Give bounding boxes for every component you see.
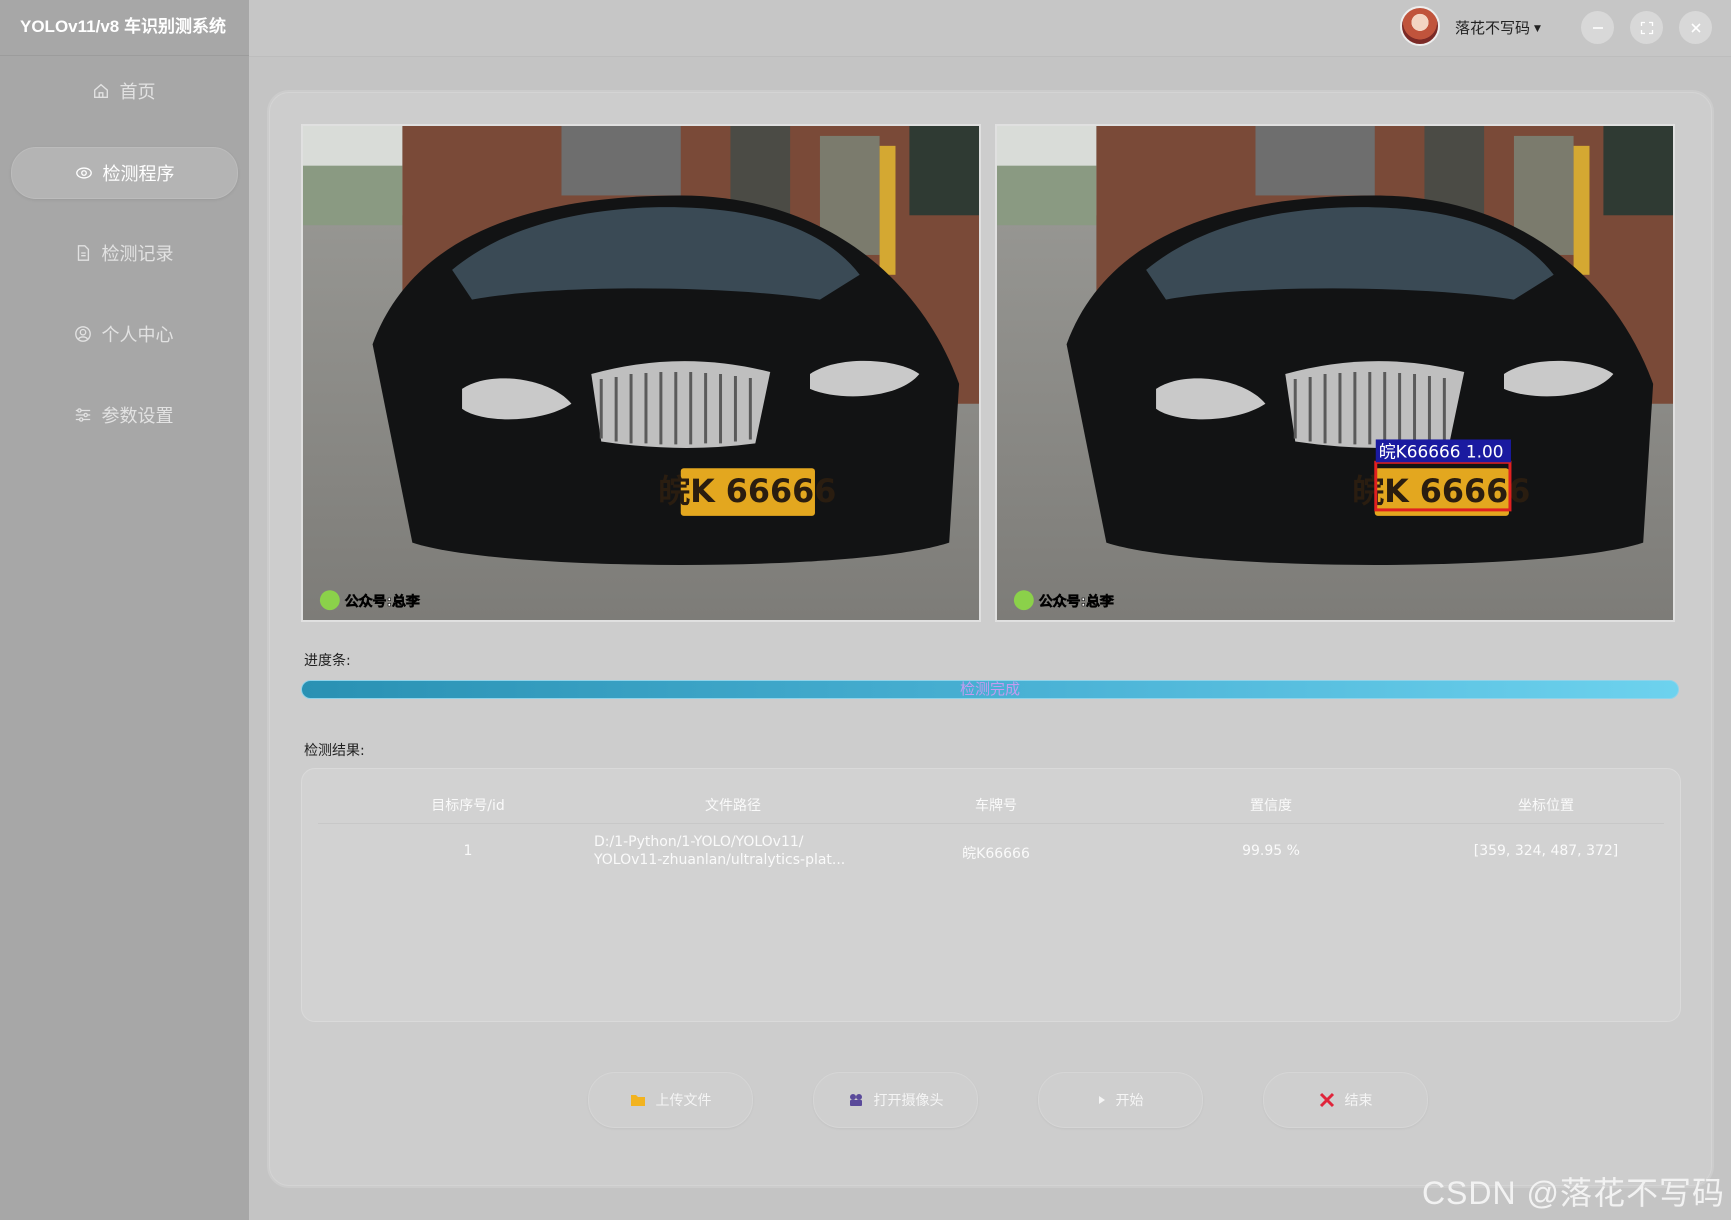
- plate-text: 皖K 66666: [658, 474, 836, 510]
- column-header-confidence: 置信度: [1250, 798, 1292, 814]
- sidebar-item-label: 个人中心: [101, 325, 174, 346]
- minimize-button[interactable]: [1581, 11, 1614, 44]
- results-table: 目标序号/id 文件路径 车牌号 置信度 坐标位置 1 D:/1-Python/…: [301, 768, 1681, 1022]
- avatar[interactable]: [1400, 6, 1440, 46]
- camera-icon: [849, 1094, 862, 1106]
- progress-label: 进度条:: [304, 653, 351, 669]
- sidebar-item-label: 检测记录: [101, 244, 174, 265]
- open-camera-button[interactable]: 打开摄像头: [813, 1072, 978, 1128]
- end-label: 结束: [1344, 1093, 1373, 1109]
- sidebar: YOLOv11/v8 车识别测系统 首页 检测程序 检测记录 个人中心 参数设置: [0, 0, 249, 1220]
- upload-file-button[interactable]: 上传文件: [588, 1072, 753, 1128]
- result-image: 皖K 66666 皖K66666 1.00 公众号:总李: [995, 124, 1675, 622]
- watermark: CSDN @落花不写码: [1421, 1175, 1725, 1211]
- sidebar-item-profile[interactable]: 个人中心: [11, 309, 236, 359]
- folder-icon: [630, 1095, 645, 1106]
- cell-path-line1: D:/1-Python/1-YOLO/YOLOv11/: [594, 834, 804, 850]
- maximize-button[interactable]: [1630, 11, 1663, 44]
- cell-path-line2: YOLOv11-zhuanlan/ultralytics-plat...: [594, 852, 846, 868]
- sidebar-item-label: 首页: [119, 82, 156, 103]
- play-icon: [1098, 1096, 1105, 1104]
- open-camera-label: 打开摄像头: [873, 1093, 944, 1109]
- sidebar-item-label: 参数设置: [101, 406, 174, 427]
- cell-id: 1: [463, 843, 473, 859]
- cell-path: D:/1-Python/1-YOLO/YOLOv11/ YOLOv11-zhua…: [594, 833, 845, 869]
- column-header-coords: 坐标位置: [1518, 798, 1574, 814]
- column-header-id: 目标序号/id: [431, 798, 505, 814]
- sidebar-item-label: 检测程序: [102, 164, 175, 185]
- user-icon: [74, 326, 91, 342]
- home-icon: [93, 83, 108, 98]
- wechat-overlay-text: 公众号:总李: [1039, 593, 1114, 610]
- sidebar-item-records[interactable]: 检测记录: [11, 228, 236, 278]
- upload-file-label: 上传文件: [655, 1093, 712, 1109]
- close-button[interactable]: [1679, 11, 1712, 44]
- progress-bar: 检测完成: [301, 680, 1679, 699]
- start-button[interactable]: 开始: [1038, 1072, 1203, 1128]
- column-header-plate: 车牌号: [975, 798, 1017, 814]
- user-menu[interactable]: 落花不写码 ▼: [1455, 17, 1541, 38]
- app-title: YOLOv11/v8 车识别测系统: [0, 0, 249, 56]
- original-image: 皖K 66666 公众号:总李: [301, 124, 981, 622]
- caret-down-icon: ▼: [1534, 24, 1541, 34]
- cell-coords: [359, 324, 487, 372]: [1473, 843, 1619, 859]
- x-mark-icon: [1319, 1092, 1334, 1108]
- close-icon: [1690, 22, 1701, 33]
- detection-label: 皖K66666 1.00: [1379, 441, 1504, 461]
- column-header-path: 文件路径: [705, 798, 761, 814]
- sliders-icon: [75, 408, 90, 422]
- maximize-icon: [1640, 21, 1653, 34]
- sidebar-item-settings[interactable]: 参数设置: [11, 390, 236, 440]
- username: 落花不写码: [1455, 19, 1531, 37]
- cell-confidence: 99.95 %: [1242, 843, 1300, 859]
- cell-plate: 皖K66666: [962, 846, 1030, 862]
- start-label: 开始: [1115, 1093, 1144, 1109]
- sidebar-item-detection[interactable]: 检测程序: [11, 147, 238, 199]
- end-button[interactable]: 结束: [1263, 1072, 1428, 1128]
- progress-status: 检测完成: [959, 680, 1020, 698]
- document-icon: [77, 245, 89, 261]
- table-row[interactable]: 1 D:/1-Python/1-YOLO/YOLOv11/ YOLOv11-zh…: [318, 829, 1664, 879]
- sidebar-item-home[interactable]: 首页: [11, 66, 236, 116]
- table-header: 目标序号/id 文件路径 车牌号 置信度 坐标位置: [318, 783, 1664, 824]
- minimize-icon: [1592, 26, 1603, 29]
- wechat-overlay-text: 公众号:总李: [345, 593, 420, 610]
- plate-text: 皖K 66666: [1352, 474, 1530, 510]
- results-label: 检测结果:: [304, 743, 365, 759]
- eye-icon: [75, 167, 92, 179]
